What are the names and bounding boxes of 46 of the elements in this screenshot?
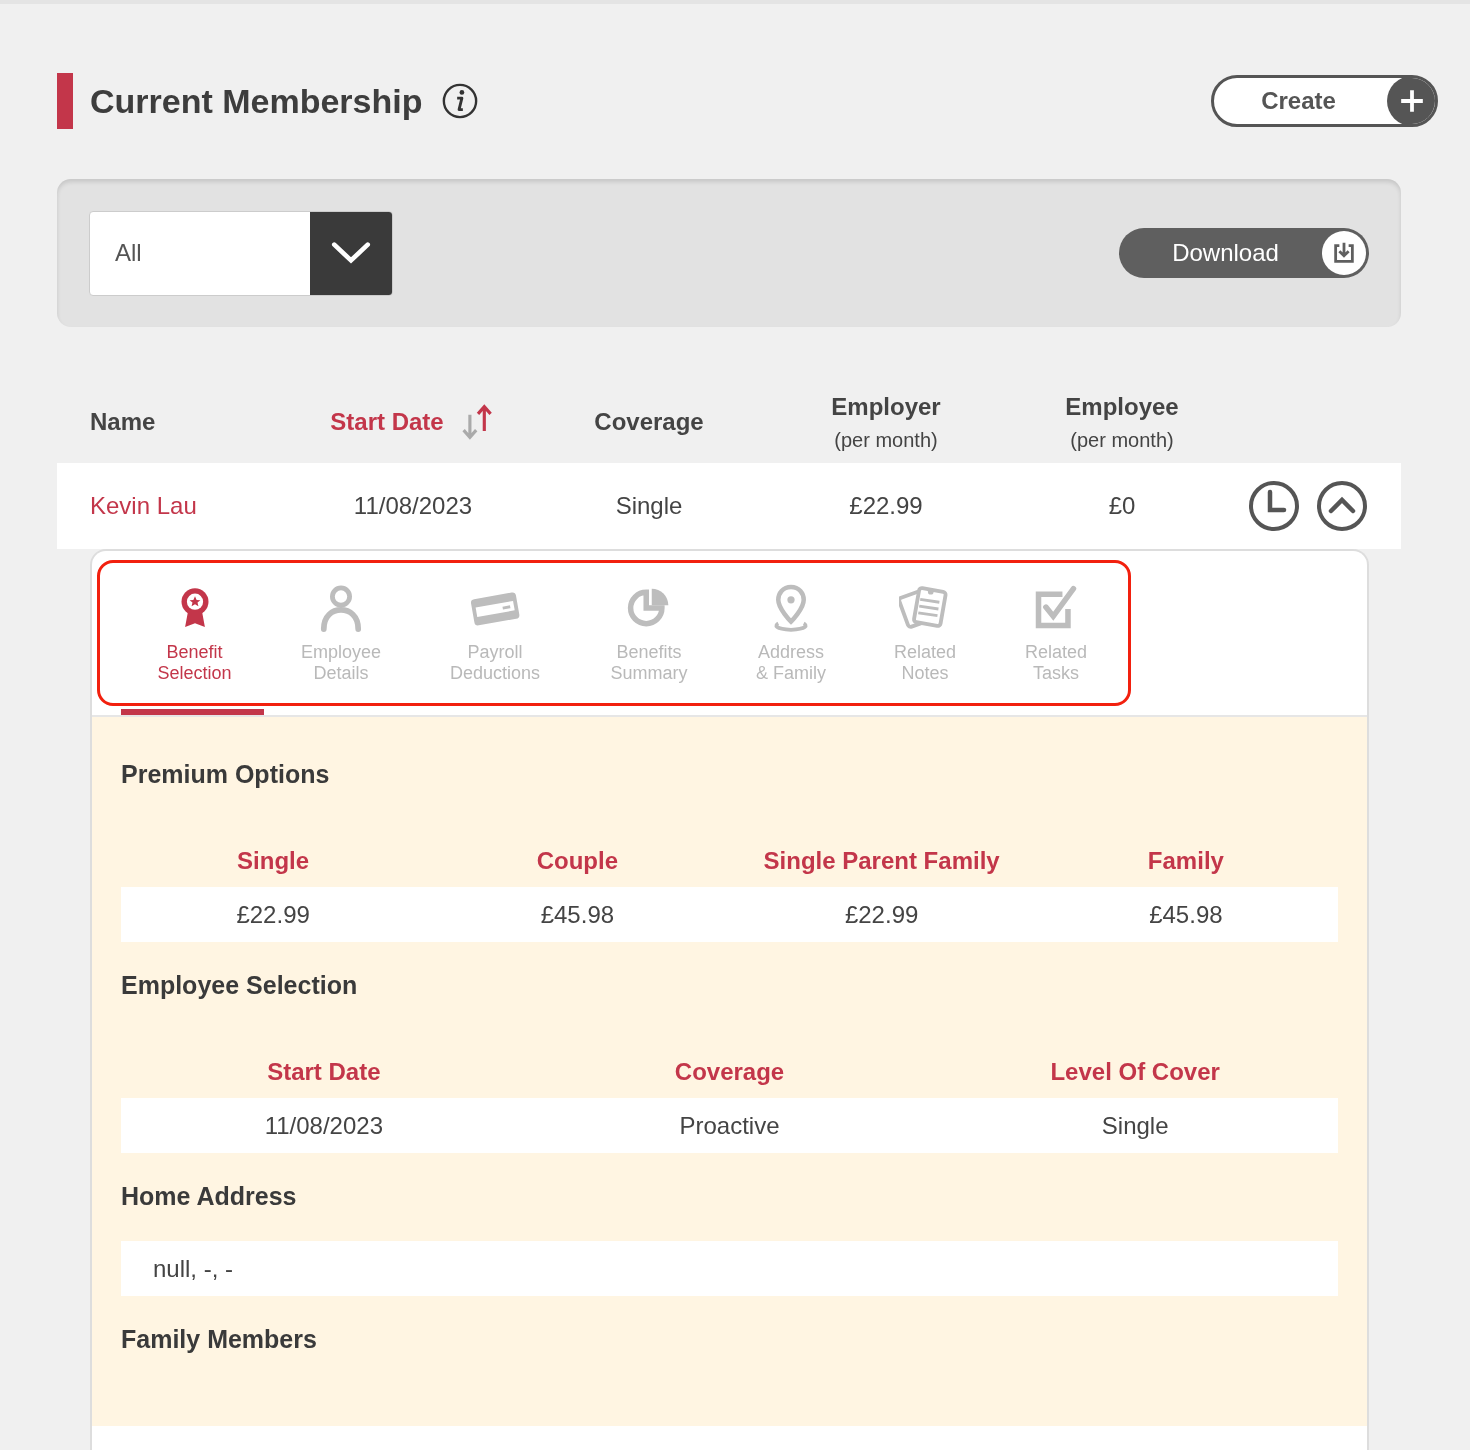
- accent-bar: [57, 73, 73, 129]
- table-row[interactable]: Kevin Lau 11/08/2023 Single £22.99 £0: [57, 463, 1401, 549]
- column-header[interactable]: Name: [90, 408, 156, 436]
- download-button[interactable]: Download: [1119, 228, 1369, 278]
- collapse-chevron-icon[interactable]: [1316, 480, 1368, 532]
- table-cell-text: £0: [1107, 492, 1137, 520]
- table-cell-text: £22.99: [848, 492, 924, 520]
- table-cell-text: Single: [1100, 1111, 1170, 1140]
- address-value: null, -, -: [121, 1241, 1338, 1296]
- column-header: Level Of Cover: [1049, 1058, 1221, 1086]
- table-cell-text: Proactive: [678, 1111, 781, 1140]
- column-header: Single: [236, 847, 311, 875]
- info-icon[interactable]: [440, 82, 479, 120]
- table-cell-text: £45.98: [1148, 900, 1224, 929]
- table-cell-text: 11/08/2023: [352, 492, 474, 520]
- chevron-down-icon: [330, 240, 372, 266]
- section-title: Family Members: [121, 1325, 318, 1355]
- download-icon: [1331, 240, 1357, 266]
- column-subheader: (per month): [834, 428, 938, 452]
- column-header: Couple: [535, 847, 620, 875]
- column-header: Start Date: [266, 1058, 382, 1086]
- page-title: Current Membership: [90, 81, 423, 121]
- table-cell-text: £45.98: [539, 900, 616, 929]
- table-cell-text: 11/08/2023: [263, 1111, 384, 1140]
- section-title: Home Address: [121, 1182, 298, 1212]
- table-cell-text: £22.99: [843, 900, 920, 929]
- person-icon: [319, 584, 363, 632]
- section-title: Premium Options: [121, 760, 331, 790]
- column-header: Single Parent Family: [762, 847, 1001, 875]
- column-header: Coverage: [673, 1058, 786, 1086]
- clock-icon[interactable]: [1248, 480, 1300, 532]
- column-header[interactable]: Coverage: [594, 408, 704, 436]
- tab[interactable]: Benefit Selection: [123, 582, 266, 684]
- column-header: Family: [1146, 847, 1225, 875]
- column-header[interactable]: Employee: [1065, 392, 1179, 421]
- table-cell-text: £22.99: [235, 900, 311, 929]
- column-subheader: (per month): [1070, 428, 1174, 452]
- section-title: Employee Selection: [121, 971, 359, 1001]
- column-header[interactable]: Start Date: [330, 408, 444, 436]
- filter-dropdown[interactable]: All: [89, 210, 393, 296]
- table-cell-text: Single: [614, 492, 684, 520]
- member-name-link[interactable]: Kevin Lau: [90, 492, 296, 520]
- column-header[interactable]: Employer: [831, 392, 941, 421]
- checkbox-icon: [1033, 585, 1079, 631]
- plus-icon: [1399, 88, 1425, 114]
- create-button[interactable]: Create: [1211, 75, 1438, 127]
